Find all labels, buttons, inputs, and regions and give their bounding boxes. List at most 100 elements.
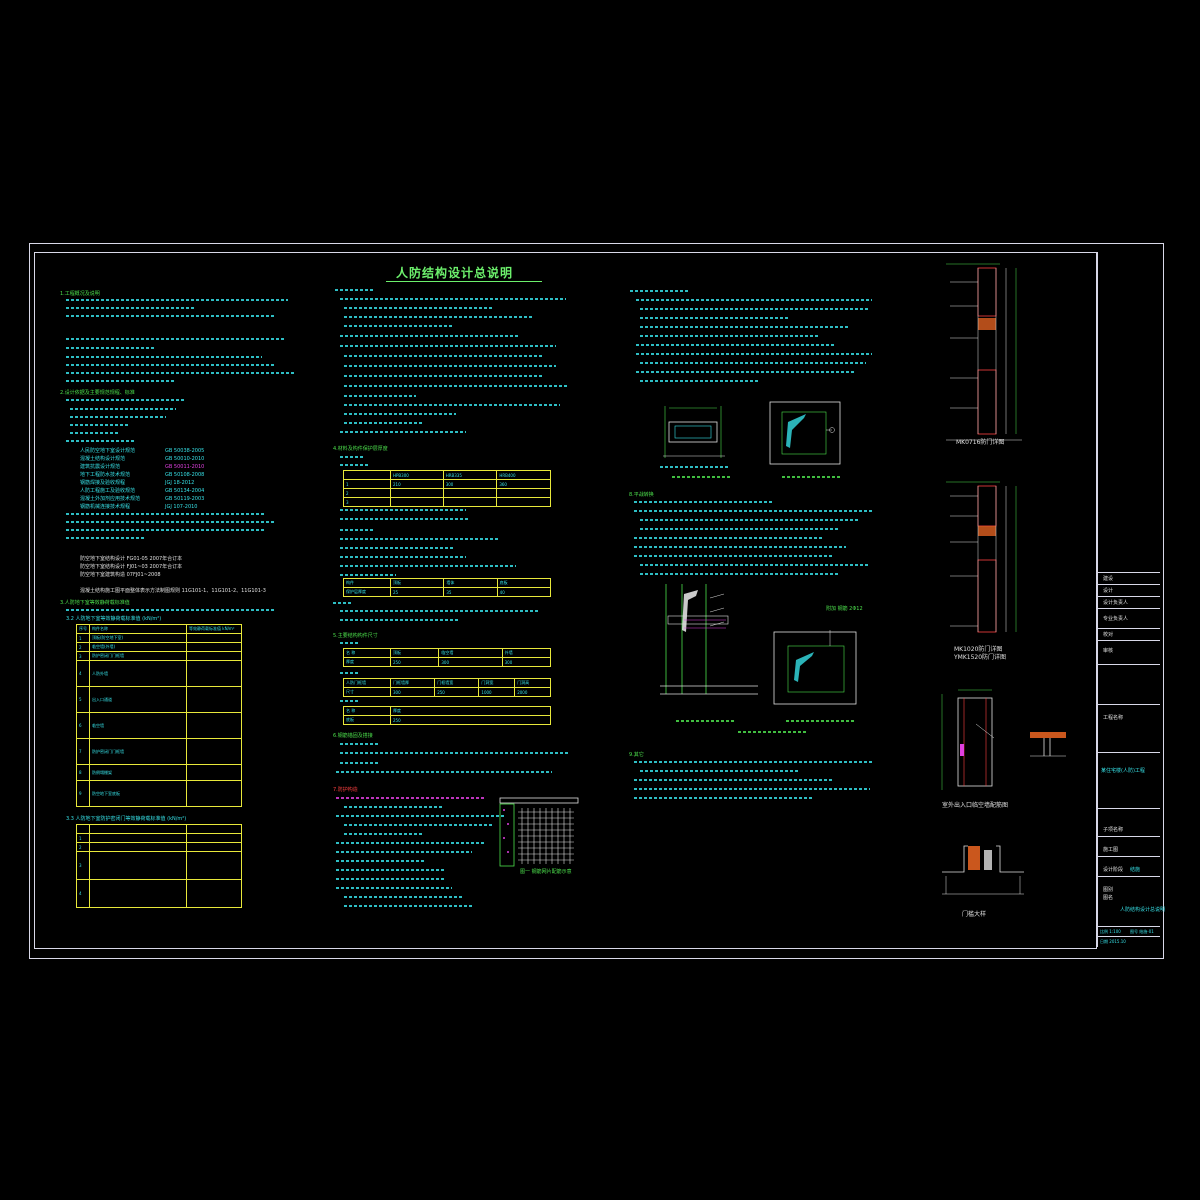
tb-scale: 比例 1:100 (1100, 929, 1121, 934)
table-row: 2 临空墙(外墙) (76, 642, 242, 652)
text-line (636, 371, 856, 373)
table-row: 保护层厚度 25 35 40 (343, 587, 552, 597)
standard-name: 钢筋焊接及验收规程 (80, 480, 126, 486)
section-1-1-detail (1030, 732, 1066, 757)
text-line (340, 619, 460, 621)
entrance-wall-detail (941, 689, 995, 790)
table-row: 2 (343, 488, 551, 498)
text-line (340, 574, 396, 576)
text-line (344, 905, 472, 907)
material-table: HPB300 HRB335 HRB400 1 210 300 360 2 3 (343, 470, 551, 507)
text-line (640, 362, 866, 364)
text-line (66, 521, 276, 523)
text-line (66, 347, 156, 349)
tb-date: 日期 2015.10 (1100, 939, 1126, 944)
tb-label: 审核 (1103, 648, 1114, 654)
text-line (344, 833, 424, 835)
load-table2-caption: 3.3 人防地下室防护密闭门等效静荷载标准值 (kN/m²) (66, 816, 187, 822)
section-9-heading: 9.其它 (629, 752, 644, 758)
text-line (344, 896, 464, 898)
text-line (340, 752, 570, 754)
text-line (340, 762, 380, 764)
table-row: 9 防空地下室底板 (76, 780, 242, 807)
text-line (344, 806, 444, 808)
opening-rebar-figure (773, 630, 857, 705)
section-3-heading: 3.人防地下室等效静荷载标准值 (60, 600, 130, 606)
table-row: 1 210 300 360 (343, 479, 551, 489)
text-line (640, 528, 840, 530)
text-line (634, 555, 834, 557)
detail-caption: 室外出入口临空墙配筋图 (942, 802, 1009, 809)
text-line (336, 842, 486, 844)
text-line (340, 672, 360, 674)
table-header: 构件名称 (89, 624, 187, 634)
tb-divider (1097, 584, 1160, 585)
text-line (333, 602, 351, 604)
tb-label: 专业负责人 (1103, 616, 1129, 622)
text-line (634, 761, 872, 763)
standard-code: GB 50119-2003 (165, 496, 205, 502)
cover-table: 构件 顶板 墙体 底板 保护层厚度 25 35 40 (343, 578, 552, 597)
text-line (640, 380, 760, 382)
standard-name: 建筑抗震设计规范 (80, 464, 121, 470)
tb-stage: 施工图 (1103, 847, 1119, 853)
atlas-item: 防空地下室结构设计 FJ01~03 2007年合订本 (80, 564, 183, 570)
standard-code: GB 50108-2008 (165, 472, 205, 478)
standard-name: 地下工程防水技术规范 (80, 472, 131, 478)
tb-divider (1097, 936, 1160, 937)
table-row: 4 (76, 879, 242, 908)
table-row: 厚度 250 300 300 (343, 657, 552, 667)
text-line (70, 432, 120, 434)
table-row: 3 (343, 497, 551, 507)
text-line (66, 380, 176, 382)
text-line (634, 501, 774, 503)
text-line (640, 573, 840, 575)
text-line (340, 518, 468, 520)
text-line (344, 385, 568, 387)
tb-divider (1097, 704, 1160, 705)
text-line (340, 547, 454, 549)
text-line (340, 743, 380, 745)
text-line (340, 538, 500, 540)
size-table-1: 名 称顶板 临空墙 外墙 厚度 250 300 300 (343, 648, 552, 667)
text-line (66, 315, 276, 317)
standard-code: GB 50134-2004 (165, 488, 205, 494)
text-line (344, 365, 556, 367)
doorframe-section-figure (660, 584, 758, 695)
doorframe-rebar-figure (769, 401, 841, 465)
tb-label: 建设 (1103, 576, 1114, 582)
tb-divider (1097, 752, 1160, 753)
standard-name: 人民防空地下室设计规范 (80, 448, 136, 454)
text-line (340, 529, 374, 531)
text-line (640, 770, 800, 772)
standard-name: 钢筋机械连接技术规程 (80, 504, 131, 510)
rebar-note: 附加 钢筋 2Φ12 (826, 606, 863, 612)
text-line (344, 307, 494, 309)
standard-code: GB 50010-2010 (165, 456, 205, 462)
section-5-heading: 5.主要结构构件尺寸 (333, 633, 378, 639)
text-line (336, 851, 472, 853)
table-row (76, 824, 242, 834)
tb-sheet-no: 图号 结施-01 (1130, 929, 1154, 934)
table-row: 1 顶板(防空地下室) (76, 633, 242, 643)
text-line (340, 610, 540, 612)
text-line (640, 326, 850, 328)
text-line (66, 529, 266, 531)
section-6-heading: 6.钢筋锚固及搭接 (333, 733, 373, 739)
text-line (336, 771, 552, 773)
text-line (66, 338, 284, 340)
tb-divider (1097, 856, 1160, 857)
tb-divider (1097, 596, 1160, 597)
section-2-heading: 2.设计依据及主要规范规程、标准 (60, 390, 135, 396)
text-line (335, 289, 375, 291)
table-row: 4 人防外墙 (76, 660, 242, 687)
tb-divider (1097, 876, 1160, 877)
wall-detail-figure (663, 406, 725, 458)
table-row: 3 防护密闭门门框墙 (76, 651, 242, 661)
atlas-item: 混凝土结构施工图平面整体表示方法制图规则 11G101-1、11G101-2、1… (80, 588, 266, 594)
standard-code: GB 50011-2010 (165, 464, 205, 470)
figure-caption-line (786, 720, 856, 722)
text-line (336, 869, 446, 871)
text-line (634, 546, 846, 548)
text-line (66, 513, 266, 515)
